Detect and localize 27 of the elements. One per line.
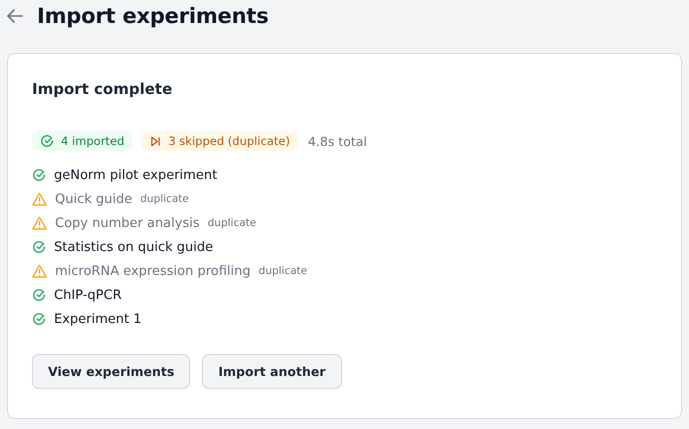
experiment-name: Copy number analysis [55,216,200,230]
page-title: Import experiments [37,4,268,28]
check-circle-icon [32,312,46,326]
duplicate-note: duplicate [208,217,256,229]
experiment-name: microRNA expression profiling [55,264,251,278]
check-circle-icon [32,168,46,182]
warning-icon [32,216,47,230]
import-another-button[interactable]: Import another [202,354,342,389]
skipped-count-badge: 3 skipped (duplicate) [142,131,298,151]
check-circle-icon [32,240,46,254]
warning-icon [32,192,47,206]
total-time: 4.8s total [308,134,367,148]
imported-count-badge: 4 imported [32,131,132,151]
view-experiments-button[interactable]: View experiments [32,354,190,389]
check-circle-icon [32,288,46,302]
check-circle-icon [40,134,54,148]
experiment-name: Quick guide [55,192,132,206]
experiment-name: Experiment 1 [54,312,142,326]
experiment-name: Statistics on quick guide [54,240,214,254]
experiment-name: geNorm pilot experiment [54,168,218,182]
duplicate-note: duplicate [258,265,308,277]
back-arrow-icon[interactable] [7,9,23,23]
warning-icon [32,264,47,278]
experiment-name: ChIP-qPCR [54,288,122,302]
card-title: Import complete [32,80,174,98]
skip-icon [150,136,162,146]
duplicate-note: duplicate [140,193,189,205]
